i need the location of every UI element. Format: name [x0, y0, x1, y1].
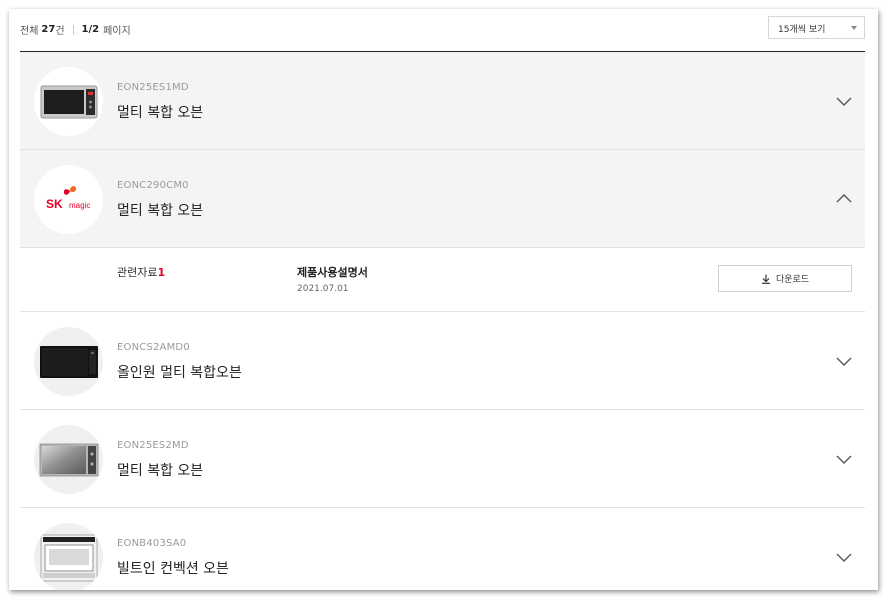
total-label: 전체 — [20, 26, 39, 37]
product-row[interactable]: EON25ES1MD 멀티 복합 오븐 — [20, 52, 865, 150]
download-button[interactable]: 다운로드 — [718, 265, 852, 292]
chevron-down-icon[interactable] — [834, 354, 854, 368]
related-count: 1 — [157, 266, 166, 279]
product-thumbnail — [34, 327, 103, 396]
document-title: 제품사용설명서 — [297, 266, 368, 279]
list-toolbar: 전체 27 건 1/2 페이지 15개씩 보기 — [9, 9, 878, 51]
chevron-down-icon[interactable] — [834, 452, 854, 466]
model-number: EON25ES2MD — [117, 440, 189, 451]
product-name: 빌트인 컨벡션 오븐 — [117, 561, 229, 577]
dropdown-arrow-icon — [851, 26, 857, 30]
model-number: EONCS2AMD0 — [117, 342, 190, 353]
sk-magic-logo: SK magic — [46, 185, 90, 211]
downloads-panel: 전체 27 건 1/2 페이지 15개씩 보기 EON25ES1MD 멀티 복합… — [9, 9, 878, 590]
model-number: EONB403SA0 — [117, 538, 187, 549]
total-count: 27 — [41, 24, 56, 35]
product-list: EON25ES1MD 멀티 복합 오븐 SK magic EONC290CM0 … — [20, 51, 865, 590]
divider — [72, 24, 74, 35]
result-summary: 전체 27 건 1/2 페이지 — [20, 22, 131, 37]
logo-sk-text: SK — [46, 197, 63, 211]
related-label-text: 관련자료 — [117, 266, 158, 279]
chevron-up-icon[interactable] — [834, 192, 854, 206]
page-label: 페이지 — [103, 26, 131, 37]
product-thumbnail — [34, 425, 103, 494]
microwave-image — [40, 85, 97, 118]
product-row-expanded[interactable]: SK magic EONC290CM0 멀티 복합 오븐 — [20, 150, 865, 248]
model-number: EONC290CM0 — [117, 180, 189, 191]
page-size-value: 15개씩 보기 — [778, 25, 826, 35]
page-size-select[interactable]: 15개씩 보기 — [768, 16, 865, 39]
product-name: 멀티 복합 오븐 — [117, 203, 204, 219]
product-name: 멀티 복합 오븐 — [117, 105, 204, 121]
model-number: EON25ES1MD — [117, 82, 189, 93]
logo-magic-text: magic — [69, 201, 90, 210]
product-name: 멀티 복합 오븐 — [117, 463, 204, 479]
download-label: 다운로드 — [775, 275, 810, 285]
product-thumbnail — [34, 67, 103, 136]
page-indicator: 1/2 — [81, 24, 100, 35]
chevron-down-icon[interactable] — [834, 550, 854, 564]
download-icon — [761, 274, 770, 284]
product-name: 올인원 멀티 복합오븐 — [117, 365, 242, 381]
product-thumbnail — [34, 523, 103, 590]
related-docs-panel: 관련자료1 제품사용설명서 2021.07.01 다운로드 — [20, 248, 865, 312]
silver-oven-image — [39, 443, 98, 476]
document-date: 2021.07.01 — [297, 284, 349, 294]
product-row[interactable]: EON25ES2MD 멀티 복합 오븐 — [20, 410, 865, 508]
product-row[interactable]: EONB403SA0 빌트인 컨벡션 오븐 — [20, 508, 865, 590]
related-docs-label: 관련자료1 — [117, 264, 165, 280]
black-oven-image — [39, 345, 98, 378]
built-in-oven-image — [40, 534, 97, 581]
total-unit: 건 — [55, 26, 65, 37]
product-thumbnail: SK magic — [34, 165, 103, 234]
product-row[interactable]: EONCS2AMD0 올인원 멀티 복합오븐 — [20, 312, 865, 410]
chevron-down-icon[interactable] — [834, 94, 854, 108]
